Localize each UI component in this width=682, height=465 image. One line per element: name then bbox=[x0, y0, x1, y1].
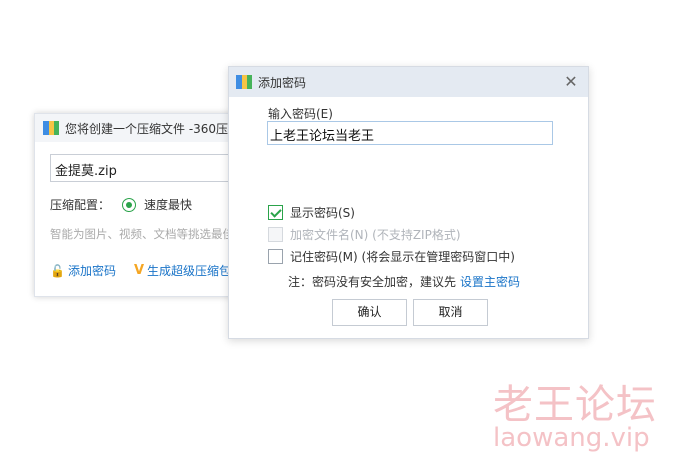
compress-config-label: 压缩配置： bbox=[50, 198, 111, 212]
watermark-url: laowang.vip bbox=[493, 423, 650, 453]
lock-icon: 🔓 bbox=[50, 263, 65, 278]
add-password-dialog: 添加密码 ✕ 输入密码(E) 上老王论坛当老王 显示密码(S) 加密文件名(N)… bbox=[228, 66, 589, 339]
remember-password-checkbox[interactable] bbox=[268, 249, 283, 264]
encrypt-filename-checkbox bbox=[268, 227, 283, 242]
close-icon[interactable]: ✕ bbox=[562, 73, 580, 91]
compress-dialog-title: 您将创建一个压缩文件 -360压缩 bbox=[65, 121, 241, 136]
encrypt-filename-label: 加密文件名(N) (不支持ZIP格式) bbox=[290, 228, 461, 242]
password-input[interactable]: 上老王论坛当老王 bbox=[267, 121, 553, 145]
watermark-text: 老王论坛 bbox=[493, 382, 657, 428]
super-compress-link[interactable]: 生成超级压缩包 bbox=[147, 262, 231, 279]
show-password-checkbox[interactable] bbox=[268, 205, 283, 220]
password-label: 输入密码(E) bbox=[268, 107, 333, 121]
confirm-button[interactable]: 确认 bbox=[332, 299, 407, 326]
add-password-titlebar: 添加密码 ✕ bbox=[229, 67, 588, 97]
show-password-row[interactable]: 显示密码(S) bbox=[268, 204, 355, 221]
compress-hint-text: 智能为图片、视频、文档等挑选最佳 bbox=[50, 227, 234, 241]
set-master-password-link[interactable]: 设置主密码 bbox=[460, 275, 520, 289]
v-check-icon: V bbox=[133, 263, 145, 278]
encrypt-filename-row: 加密文件名(N) (不支持ZIP格式) bbox=[268, 226, 461, 243]
speed-fastest-label[interactable]: 速度最快 bbox=[144, 196, 192, 213]
security-note-text: 注：密码没有安全加密，建议先 bbox=[288, 275, 457, 289]
speed-fastest-radio[interactable] bbox=[122, 197, 137, 212]
compress-config-row: 压缩配置： 速度最快 bbox=[50, 196, 192, 213]
password-value: 上老王论坛当老王 bbox=[270, 129, 375, 144]
remember-password-label[interactable]: 记住密码(M) (将会显示在管理密码窗口中) bbox=[290, 248, 515, 265]
archive-app-icon bbox=[43, 121, 59, 135]
show-password-label[interactable]: 显示密码(S) bbox=[290, 204, 355, 221]
remember-password-row[interactable]: 记住密码(M) (将会显示在管理密码窗口中) bbox=[268, 248, 515, 265]
add-password-title: 添加密码 bbox=[258, 75, 307, 90]
cancel-button[interactable]: 取消 bbox=[413, 299, 488, 326]
archive-filename-value: 金提莫.zip bbox=[55, 164, 117, 179]
archive-app-icon bbox=[236, 75, 252, 89]
add-password-link[interactable]: 添加密码 bbox=[68, 262, 116, 279]
security-note: 注：密码没有安全加密，建议先 设置主密码 bbox=[288, 273, 520, 290]
compress-links-row: 🔓 添加密码 V 生成超级压缩包 bbox=[50, 262, 231, 279]
